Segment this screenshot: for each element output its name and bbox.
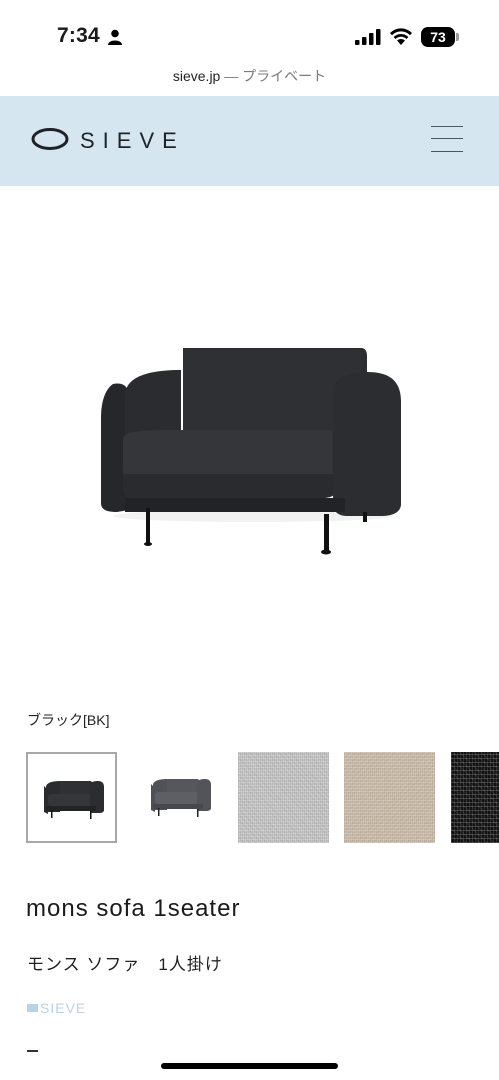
browser-url-bar[interactable]: sieve.jp — プライベート: [0, 66, 499, 90]
menu-line: [431, 151, 463, 152]
swatch-black-tweed-fabric[interactable]: [451, 752, 499, 843]
brand-tag[interactable]: SIEVE: [27, 1000, 86, 1016]
url-domain: sieve.jp: [172, 68, 221, 84]
site-logo-text[interactable]: SIEVE: [80, 128, 185, 154]
selected-color-label: ブラック[BK]: [27, 712, 110, 728]
swatch-beige-fabric[interactable]: [344, 752, 435, 843]
private-mode-label: プライベート: [242, 68, 327, 84]
person-icon: [108, 29, 122, 45]
wifi-icon: [390, 28, 412, 45]
swatch-black-sofa[interactable]: [26, 752, 117, 843]
swatch-gray-sofa[interactable]: [132, 752, 223, 843]
signal-icon: [355, 29, 381, 45]
home-indicator[interactable]: [161, 1063, 338, 1069]
sofa-thumbnail-icon: [151, 779, 211, 817]
battery-tip: [456, 33, 459, 41]
site-header: [0, 96, 499, 186]
brand-tag-icon: [27, 1004, 38, 1012]
menu-line: [431, 138, 463, 139]
product-title: mons sofa 1seater: [26, 895, 241, 922]
price-dash: [27, 1050, 38, 1052]
hamburger-menu-button[interactable]: [431, 124, 463, 154]
sofa-thumbnail-icon: [44, 781, 104, 819]
battery-icon: 73: [421, 27, 455, 47]
product-title-jp: モンス ソファ 1人掛け: [27, 955, 223, 974]
brand-tag-label: SIEVE: [40, 1000, 87, 1016]
sieve-logo-icon[interactable]: [31, 127, 69, 151]
menu-line: [431, 126, 463, 127]
product-hero-image: [101, 348, 401, 555]
url-separator: —: [224, 68, 239, 84]
status-time: 7:34: [57, 24, 100, 47]
status-bar: 7:34 73: [0, 0, 499, 62]
swatch-light-gray-fabric[interactable]: [238, 752, 329, 843]
